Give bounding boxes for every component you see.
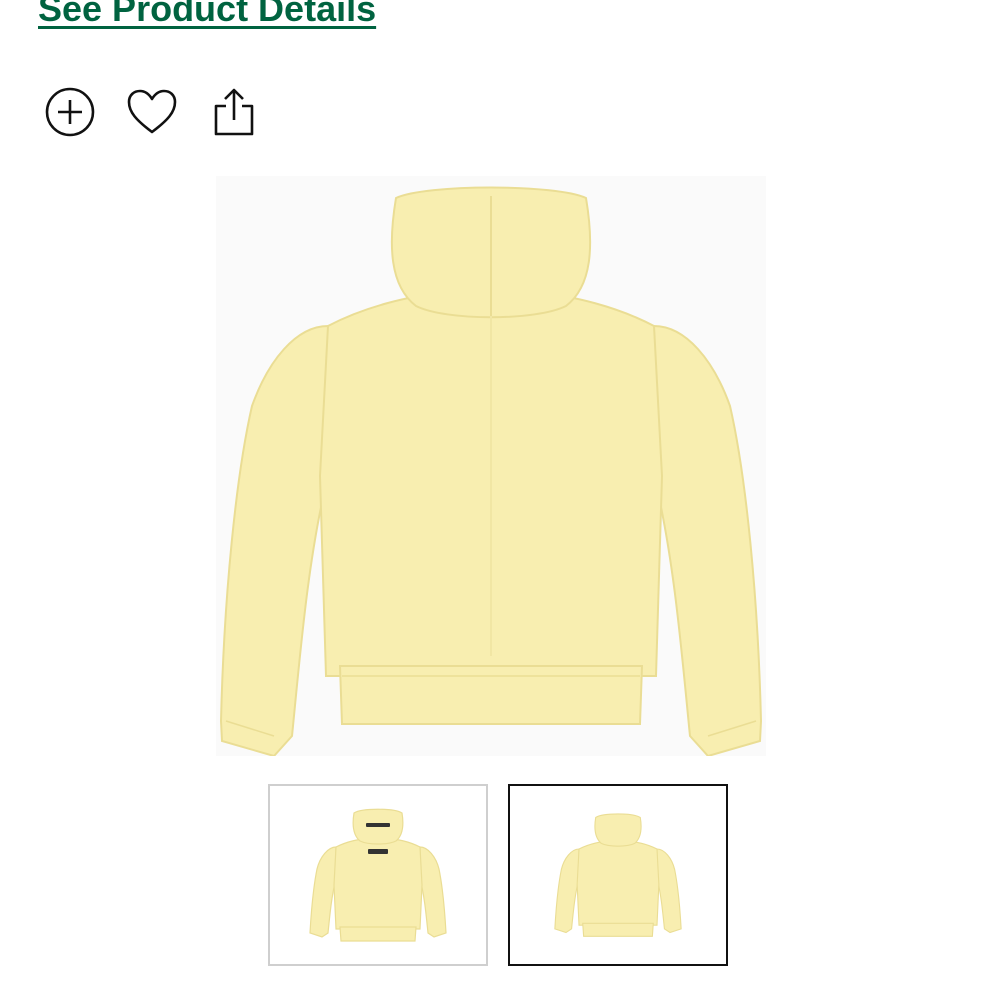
main-product-image	[216, 176, 766, 756]
hoodie-back-image	[219, 186, 763, 756]
thumbnail-1[interactable]	[268, 784, 488, 966]
thumbnail-2[interactable]	[508, 784, 728, 966]
add-circle-icon	[45, 87, 95, 137]
add-button[interactable]	[42, 84, 98, 140]
favorite-button[interactable]	[124, 84, 180, 140]
product-actions	[42, 84, 262, 140]
hoodie-thumbnail-image	[554, 813, 682, 937]
see-product-details-link[interactable]: See Product Details	[38, 0, 376, 30]
share-button[interactable]	[206, 84, 262, 140]
heart-icon	[127, 89, 177, 134]
share-icon	[214, 88, 254, 136]
hoodie-thumbnail-image	[309, 808, 447, 942]
thumbnail-strip	[268, 784, 728, 966]
